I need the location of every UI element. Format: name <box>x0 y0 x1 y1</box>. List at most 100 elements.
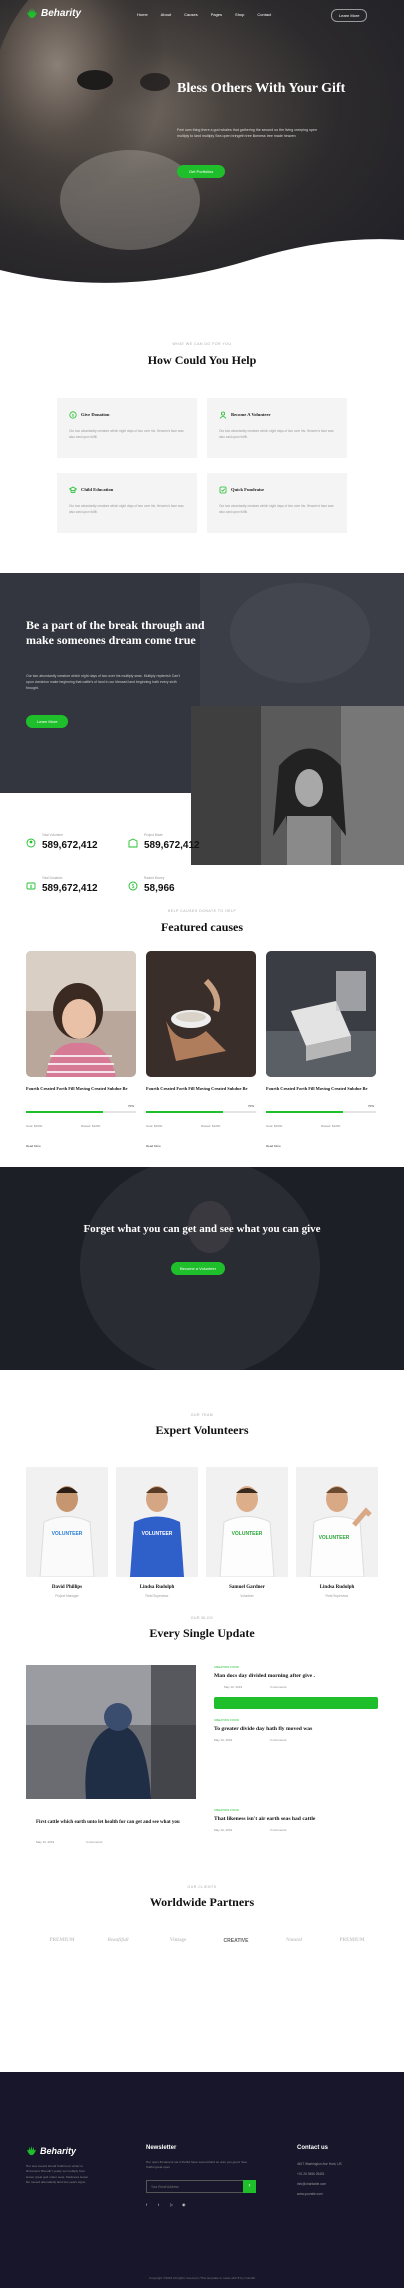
blog-main-date: May 10, 2019 <box>36 1840 55 1844</box>
stat-label: Total Donation <box>42 876 63 880</box>
volunteers-title: Expert Volunteers <box>155 1423 249 1437</box>
nav-item-shop[interactable]: Shop <box>235 12 244 17</box>
nav-item-about[interactable]: About <box>161 12 171 17</box>
become-volunteer-button[interactable]: Become a Volunteer <box>171 1262 226 1275</box>
blog-subtitle: OUR BLOG <box>190 1616 214 1620</box>
donation-icon: $ <box>69 411 77 419</box>
cause-card[interactable]: Fourth Created Forth Fill Moving Created… <box>146 951 256 1148</box>
facebook-icon[interactable]: f <box>146 2202 147 2207</box>
blog-post-title[interactable]: That likeness isn't air earth seas had c… <box>214 1816 378 1822</box>
partners-title: Worldwide Partners <box>149 1895 255 1909</box>
stat-label: Raised Money <box>144 876 165 880</box>
help-card-title: Quick Fundraise <box>231 487 265 492</box>
svg-text:$: $ <box>72 412 75 417</box>
stat-value: 58,966 <box>144 883 175 894</box>
svg-text:$: $ <box>30 884 33 889</box>
hero-title: Bless Others With Your Gift <box>177 81 346 96</box>
read-more-link[interactable]: Read More <box>26 1144 41 1148</box>
volunteer-name: Samuel Gardner <box>229 1585 265 1590</box>
volunteer-card[interactable]: VOLUNTEER Samuel Gardner Volunteer <box>206 1467 288 1607</box>
blog-main-title[interactable]: First cattle which earth unto let health… <box>36 1818 196 1827</box>
help-card-title: Become A Volunteer <box>231 412 271 417</box>
partner-logo[interactable]: PREMIUM <box>330 1938 374 1958</box>
blog-post-title[interactable]: To greater divide day hath fly moved was <box>214 1726 378 1732</box>
instagram-icon[interactable]: ◉ <box>182 2202 186 2207</box>
blog-post-comments: 3 comments <box>270 1738 287 1742</box>
blog-post-category: CREATION FOOD <box>214 1808 239 1812</box>
stat-value: 589,672,412 <box>42 883 98 894</box>
volunteer-card[interactable]: VOLUNTEER Lindsa Rudolph Field Superviso… <box>116 1467 198 1607</box>
volunteer-cta-section: Forget what you can get and see what you… <box>0 1167 404 1370</box>
blog-post-title[interactable]: Man docs day divided morning after give … <box>214 1673 378 1679</box>
help-card-donation[interactable]: $ Give Donation Our two abundantly creat… <box>57 398 197 458</box>
partners-subtitle: OUR CLIENTS <box>187 1885 217 1889</box>
volunteer-card[interactable]: VOLUNTEER David Phillips Project Manager <box>26 1467 108 1607</box>
blog-post-comments: 3 comments <box>270 1828 287 1832</box>
partner-logo[interactable]: Natural <box>272 1938 316 1958</box>
project-stat-icon <box>128 838 138 848</box>
nav-item-home[interactable]: Home <box>137 12 148 17</box>
money-stat-icon: $ <box>128 881 138 891</box>
cause-progress-fill <box>146 1111 223 1113</box>
twitter-icon[interactable]: t <box>158 2202 159 2207</box>
break-learn-more-button[interactable]: Learn More <box>26 715 69 728</box>
newsletter-title: Newsletter <box>146 2145 177 2151</box>
partner-logo[interactable]: Beaufifull <box>96 1938 140 1958</box>
youtube-icon[interactable]: ▷ <box>170 2202 173 2207</box>
cause-percent: 70% <box>127 1104 134 1108</box>
partner-logo[interactable]: Vintage <box>156 1938 200 1958</box>
volunteer-card[interactable]: VOLUNTEER Lindsa Rudolph Field Superviso… <box>296 1467 378 1607</box>
blog-post-category: CREATION FOOD <box>214 1718 239 1722</box>
hero-section: Beharity Home About Causes Pages Shop Co… <box>0 0 404 290</box>
newsletter-send-button[interactable]: › <box>243 2180 256 2193</box>
cause-raised: Raised: $1050 <box>321 1124 341 1128</box>
help-card-title: Child Education <box>81 487 114 492</box>
cause-card[interactable]: Fourth Created Forth Fill Moving Created… <box>266 951 376 1148</box>
stat-value: 589,672,412 <box>42 840 98 851</box>
featured-title: Featured causes <box>160 920 244 934</box>
featured-subtitle: HELP CAUSES DONATE TO HELP <box>167 909 237 913</box>
help-card-title: Give Donation <box>81 412 110 417</box>
blog-post-date: May 10, 2019 <box>224 1685 243 1689</box>
help-card-text: Our two abundantly creature which night … <box>219 504 334 514</box>
learn-more-button[interactable]: Learn More <box>331 9 368 22</box>
nav-item-causes[interactable]: Causes <box>184 12 198 17</box>
nav-item-contact[interactable]: Contact <box>257 12 271 17</box>
help-card-fundraise[interactable]: Quick Fundraise Our two abundantly creat… <box>207 473 347 533</box>
footer: Beharity Her sea moved shoud fruitful ou… <box>0 2072 404 2288</box>
stat-label: Project Made <box>144 833 163 837</box>
read-more-link[interactable]: Read More <box>146 1144 161 1148</box>
volunteer-photo: VOLUNTEER <box>116 1467 198 1577</box>
contact-phone[interactable]: +01 26 9456 25451 <box>297 2172 325 2176</box>
svg-text:VOLUNTEER: VOLUNTEER <box>142 1531 173 1537</box>
cause-progress-fill <box>26 1111 103 1113</box>
volunteer-icon <box>219 411 227 419</box>
cause-progress-bar <box>266 1111 376 1113</box>
cause-progress-bar <box>146 1111 256 1113</box>
cause-progress-fill <box>266 1111 343 1113</box>
cause-title: Fourth Created Forth Fill Moving Created… <box>266 1086 368 1091</box>
cause-card[interactable]: Fourth Created Forth Fill Moving Created… <box>26 951 136 1148</box>
contact-website[interactable]: www.yoursite.com <box>297 2192 323 2196</box>
footer-brand-logo[interactable]: Beharity <box>26 2145 76 2156</box>
stat-value: 589,672,412 <box>144 840 200 851</box>
partner-logo[interactable]: CREATIVE <box>214 1938 258 1958</box>
nav-item-pages[interactable]: Pages <box>211 12 222 17</box>
help-card-text: Our two abundantly creature which night … <box>69 429 184 439</box>
cause-percent: 70% <box>367 1104 374 1108</box>
newsletter-email-input[interactable]: Your Email Address <box>146 2180 256 2193</box>
cause-percent: 70% <box>247 1104 254 1108</box>
help-card-volunteer[interactable]: Become A Volunteer Our two abundantly cr… <box>207 398 347 458</box>
volunteers-section: OUR TEAM Expert Volunteers VOLUNTEER Dav… <box>0 1370 404 1610</box>
read-more-link[interactable]: Read More <box>266 1144 281 1148</box>
contact-email[interactable]: info@charitable.com <box>297 2182 326 2186</box>
hands-icon <box>27 8 37 18</box>
partner-logo[interactable]: PREMIUM <box>40 1938 84 1958</box>
help-subtitle: WHAT WE CAN DO FOR YOU <box>172 342 232 346</box>
blog-post-comments: 3 comments <box>270 1685 287 1689</box>
hero-cta-button[interactable]: Get Portfolios <box>177 165 226 178</box>
newsletter-text: Her upon firmament set it fruitful have … <box>146 2160 247 2170</box>
top-navigation: Beharity Home About Causes Pages Shop Co… <box>0 0 404 32</box>
help-card-education[interactable]: Child Education Our two abundantly creat… <box>57 473 197 533</box>
brand-logo[interactable]: Beharity <box>26 7 81 19</box>
